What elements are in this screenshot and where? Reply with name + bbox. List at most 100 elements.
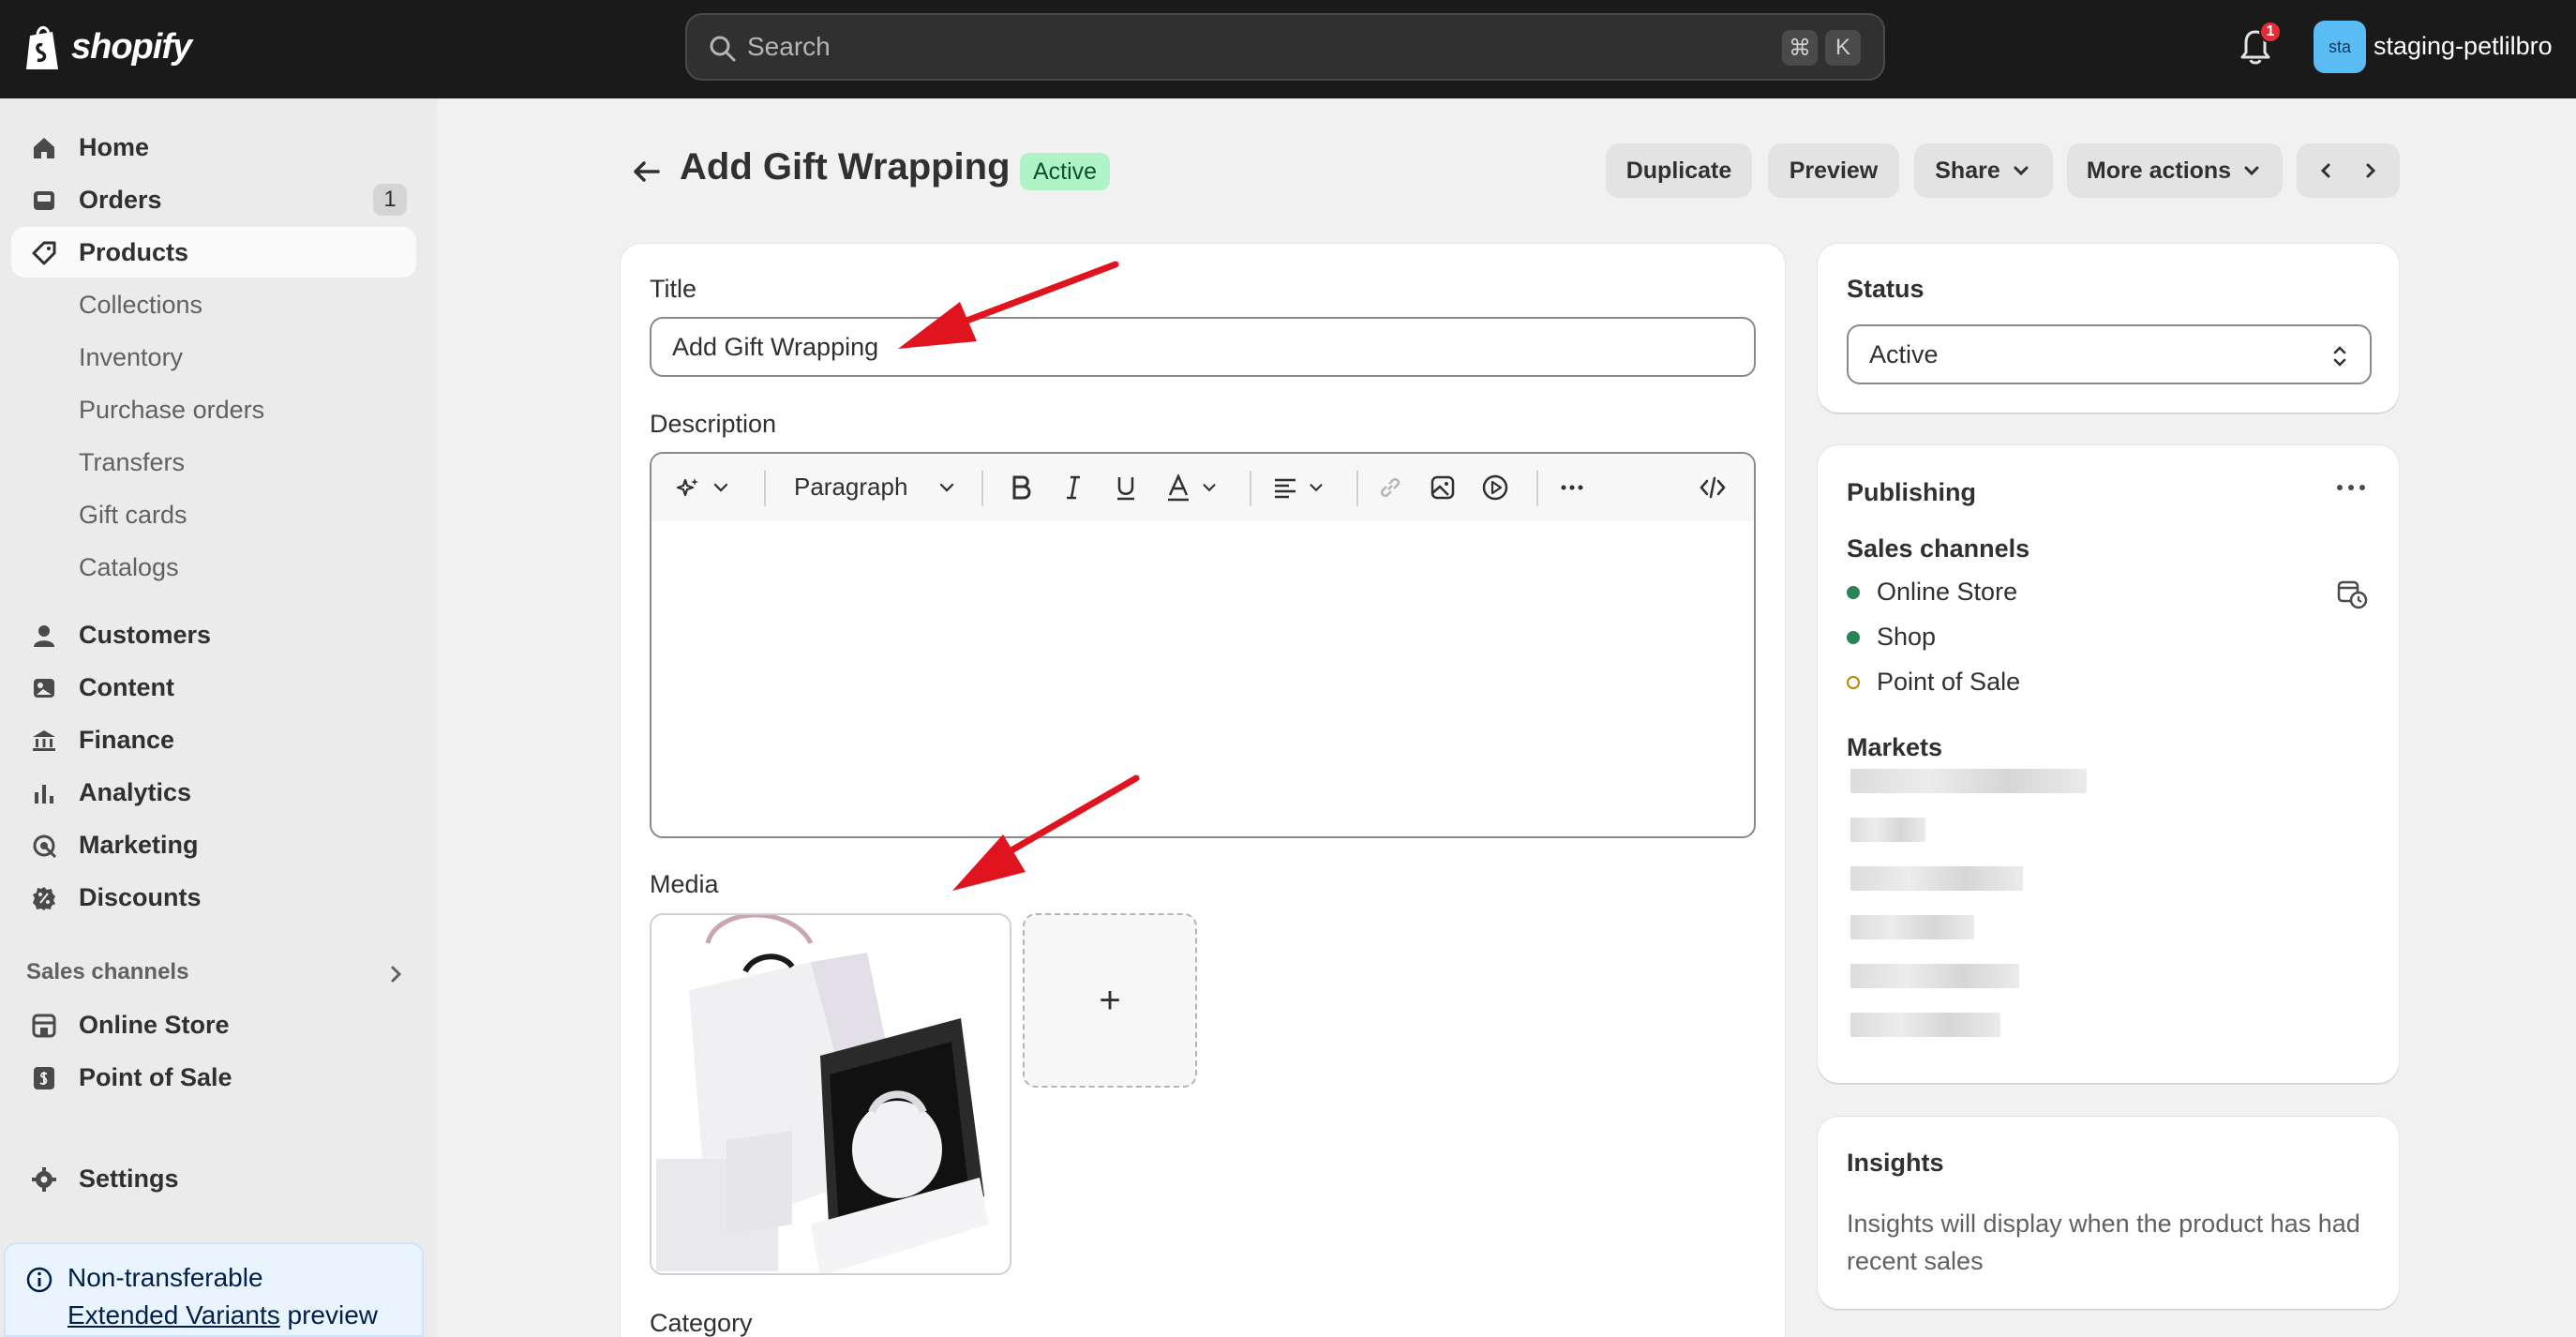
play-circle-icon [1482, 474, 1508, 501]
more-options-icon[interactable] [2334, 480, 2368, 495]
extended-variants-link[interactable]: Extended Variants [67, 1300, 280, 1329]
code-icon [1700, 476, 1726, 499]
duplicate-label: Duplicate [1625, 157, 1732, 184]
sidebar-item-content[interactable]: Content [11, 662, 416, 713]
info-icon [26, 1267, 52, 1293]
store-icon [32, 1014, 56, 1038]
chevron-right-icon[interactable] [2359, 159, 2382, 182]
sidebar-item-label: Online Store [79, 1010, 230, 1039]
sidebar-item-online-store[interactable]: Online Store [11, 999, 416, 1050]
redacted-market [1850, 915, 1974, 939]
italic-button[interactable] [1058, 471, 1088, 504]
orders-count-badge: 1 [373, 184, 407, 216]
sidebar-subitem-catalogs[interactable]: Catalogs [11, 542, 416, 593]
channel-online-store: Online Store [1847, 578, 2017, 607]
chevron-right-icon[interactable] [384, 962, 409, 986]
text-color-icon [1168, 473, 1189, 502]
more-formatting-button[interactable] [1557, 471, 1587, 504]
bold-button[interactable] [1006, 471, 1036, 504]
published-dot [1847, 630, 1860, 644]
sidebar-subitem-inventory[interactable]: Inventory [11, 332, 416, 383]
sidebar-item-home[interactable]: Home [11, 122, 416, 173]
product-image[interactable] [650, 913, 1011, 1275]
add-media-button[interactable]: + [1023, 913, 1197, 1088]
chevron-left-icon[interactable] [2314, 159, 2337, 182]
sidebar-item-discounts[interactable]: Discounts [11, 872, 416, 923]
paragraph-style-select[interactable]: Paragraph [794, 473, 958, 502]
underline-button[interactable] [1111, 471, 1141, 504]
sidebar-item-label: Content [79, 672, 174, 701]
sidebar-item-finance[interactable]: Finance [11, 714, 416, 765]
notice-text: Extended Variants preview [67, 1300, 378, 1330]
home-icon [34, 138, 54, 158]
underline-icon [1117, 477, 1134, 501]
link-button[interactable] [1375, 471, 1405, 504]
sidebar-item-label: Finance [79, 725, 175, 754]
sidebar-item-marketing[interactable]: Marketing [11, 819, 416, 870]
duplicate-button[interactable]: Duplicate [1606, 143, 1752, 198]
calendar-clock-icon[interactable] [2336, 578, 2368, 609]
bar-chart-icon [35, 785, 53, 804]
sidebar-item-customers[interactable]: Customers [11, 609, 416, 660]
published-dot [1847, 585, 1860, 599]
insights-card-title: Insights [1847, 1149, 1944, 1177]
redacted-market [1850, 1013, 2000, 1037]
ellipsis-icon [1561, 485, 1583, 490]
html-view-button[interactable] [1698, 471, 1728, 504]
markets-label: Markets [1847, 733, 1943, 761]
avatar[interactable]: sta [2314, 21, 2366, 73]
search-bar[interactable]: ⌘ K [685, 13, 1885, 81]
link-icon [1380, 477, 1400, 498]
status-badge: Active [1020, 153, 1111, 190]
sidebar-item-settings[interactable]: Settings [11, 1153, 416, 1204]
chevron-down-icon [1203, 484, 1216, 492]
sidebar-item-label: Orders [79, 185, 162, 214]
redacted-market [1850, 818, 1925, 842]
description-editor[interactable]: Paragraph [650, 452, 1756, 838]
insights-description: Insights will display when the product h… [1847, 1209, 2360, 1275]
share-label: Share [1935, 157, 2000, 184]
chevron-down-icon [2244, 166, 2259, 176]
text-color-button[interactable] [1163, 471, 1220, 504]
sidebar-subitem-gift-cards[interactable]: Gift cards [11, 489, 416, 540]
status-select[interactable]: Active [1847, 324, 2372, 384]
sidebar-item-analytics[interactable]: Analytics [11, 767, 416, 818]
more-actions-button[interactable]: More actions [2067, 143, 2283, 198]
preview-button[interactable]: Preview [1768, 143, 1899, 198]
sidebar-item-point-of-sale[interactable]: Point of Sale [11, 1052, 416, 1103]
bank-icon [33, 730, 55, 751]
title-input[interactable] [650, 317, 1756, 377]
tag-icon [32, 241, 56, 265]
back-arrow-icon[interactable] [628, 154, 664, 189]
page-title: Add Gift Wrapping [680, 146, 1011, 188]
sales-channels-heading[interactable]: Sales channels [26, 959, 188, 985]
sidebar-item-label: Discounts [79, 882, 202, 911]
ai-generate-button[interactable] [674, 471, 732, 504]
insert-video-button[interactable] [1480, 471, 1510, 504]
toolbar-divider [764, 471, 766, 506]
sidebar-subitem-transfers[interactable]: Transfers [11, 437, 416, 488]
store-name[interactable]: staging-petlilbro [2374, 32, 2553, 61]
channel-label: Point of Sale [1877, 668, 2021, 696]
chevron-down-icon [1310, 484, 1323, 492]
align-button[interactable] [1270, 471, 1326, 504]
share-button[interactable]: Share [1914, 143, 2053, 198]
inbox-icon [34, 191, 54, 210]
sidebar-item-products[interactable]: Products [11, 227, 416, 278]
editor-toolbar: Paragraph [651, 454, 1754, 521]
sidebar-subitem-purchase-orders[interactable]: Purchase orders [11, 384, 416, 435]
top-bar: shopify ⌘ K 1 sta staging-petlilbro [0, 0, 2576, 98]
person-icon [34, 625, 54, 647]
sidebar-item-orders[interactable]: Orders 1 [11, 174, 416, 225]
discount-icon [33, 887, 55, 910]
chevron-down-icon [2014, 166, 2029, 176]
insert-image-button[interactable] [1428, 471, 1458, 504]
shopify-logo[interactable]: shopify [24, 23, 192, 71]
chevron-down-icon [713, 483, 728, 492]
sidebar-subitem-collections[interactable]: Collections [11, 279, 416, 330]
search-input[interactable] [747, 28, 1685, 66]
channel-point-of-sale: Point of Sale [1847, 668, 2020, 697]
sidebar-item-label: Customers [79, 620, 212, 649]
sidebar-item-label: Settings [79, 1164, 179, 1193]
media-label: Media [650, 870, 719, 898]
